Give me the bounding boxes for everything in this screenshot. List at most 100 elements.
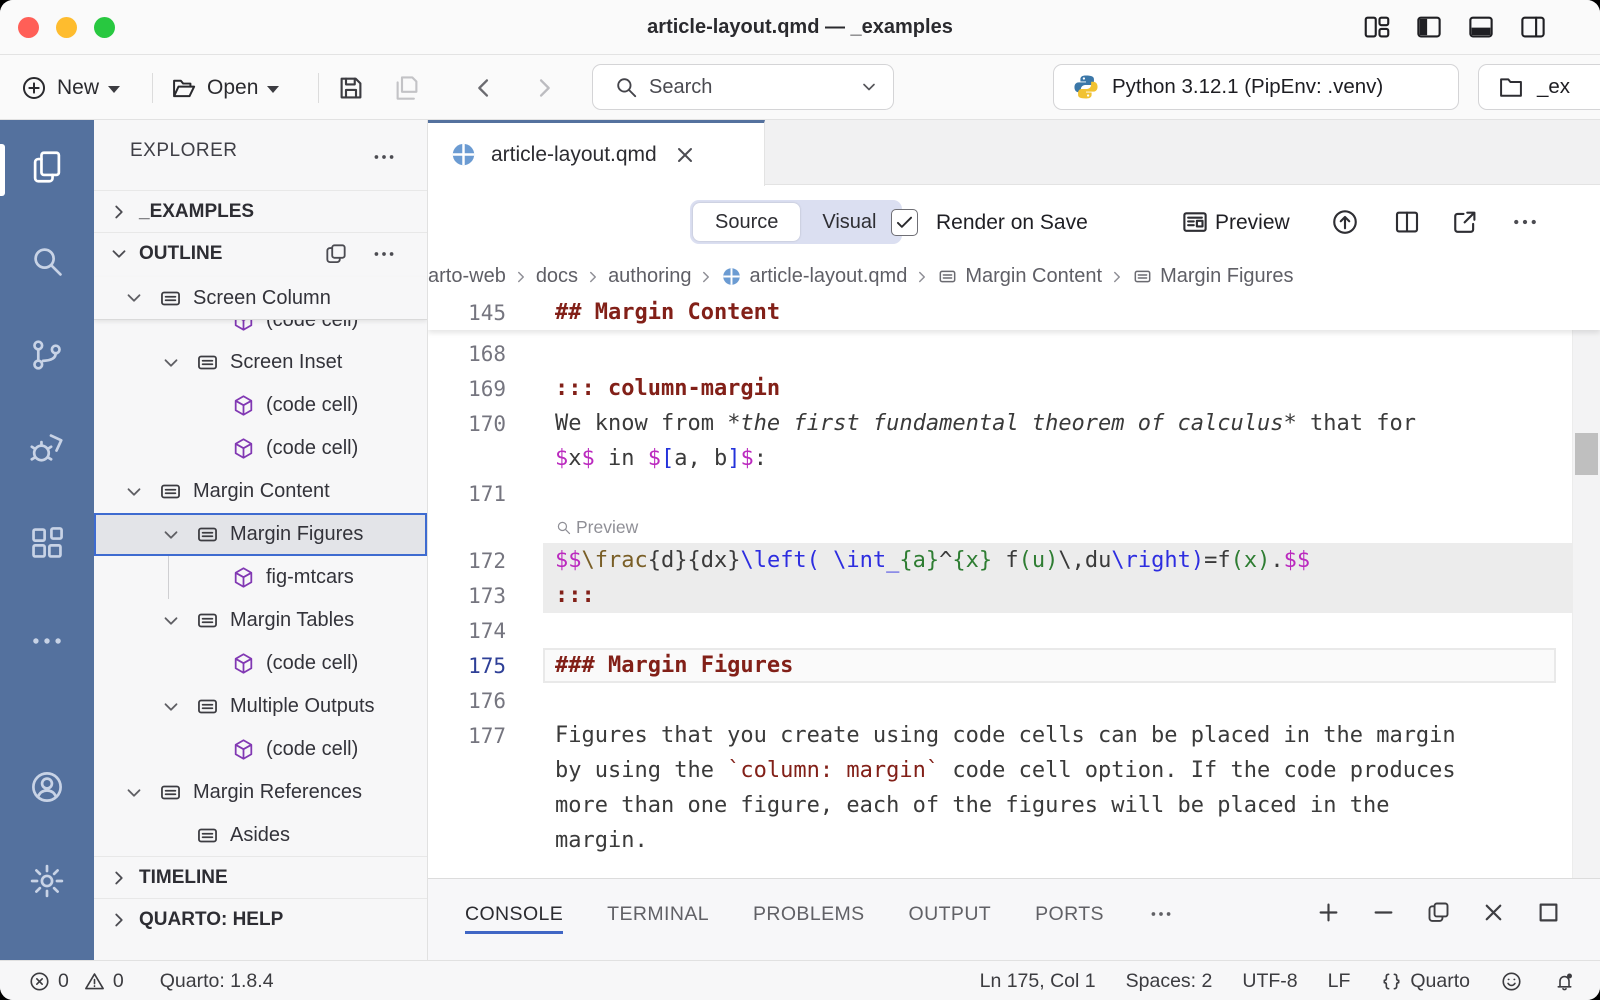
close-tab-icon[interactable] xyxy=(673,143,697,167)
outline-item-screen-column[interactable]: Screen Column xyxy=(94,277,427,320)
sidebar-section-quarto-help[interactable]: QUARTO: HELP xyxy=(94,898,427,940)
panel-tab-console[interactable]: CONSOLE xyxy=(465,897,563,932)
customize-layout-icon[interactable] xyxy=(1362,12,1392,42)
source-control-icon[interactable] xyxy=(28,336,66,374)
explorer-icon[interactable] xyxy=(28,148,66,186)
breadcrumb-item[interactable]: docs xyxy=(536,265,578,288)
code-editor[interactable]: 145## Margin Content 168169::: column-ma… xyxy=(428,295,1600,878)
outline-item-label: (code cell) xyxy=(266,652,358,675)
section-label: TIMELINE xyxy=(139,867,228,889)
breadcrumb-item[interactable]: Margin Content xyxy=(937,265,1102,288)
outline-item-screen-inset[interactable]: Screen Inset xyxy=(94,341,427,384)
breadcrumb-separator-icon xyxy=(584,268,602,286)
toggle-right-sidebar-icon[interactable] xyxy=(1518,12,1548,42)
plus-icon[interactable] xyxy=(1315,899,1342,926)
caret-down-icon xyxy=(267,86,279,93)
save-button[interactable] xyxy=(336,67,366,109)
outline-item--code-cell-[interactable]: (code cell) xyxy=(94,642,427,685)
chevron-down-icon[interactable] xyxy=(160,696,182,718)
settings-icon[interactable] xyxy=(28,862,66,900)
account-icon[interactable] xyxy=(28,768,66,806)
editor-tab-article-layout[interactable]: article-layout.qmd xyxy=(428,120,765,186)
outline-item-margin-figures[interactable]: Margin Figures xyxy=(94,513,427,556)
scrollbar-thumb[interactable] xyxy=(1575,433,1598,475)
navigate-forward-button[interactable] xyxy=(530,67,558,109)
extensions-icon[interactable] xyxy=(28,524,66,562)
outline-item--code-cell-[interactable]: (code cell) xyxy=(94,427,427,470)
editor-action-bar: Source Visual Render on Save Preview xyxy=(428,185,1600,258)
app-window: article-layout.qmd — _examples New Open xyxy=(0,0,1600,1000)
more-actions-icon[interactable] xyxy=(371,144,397,170)
close-panel-icon[interactable] xyxy=(1480,899,1507,926)
more-actions-icon[interactable] xyxy=(1510,207,1540,237)
outline-item-margin-tables[interactable]: Margin Tables xyxy=(94,599,427,642)
code-line-wrap: margin. xyxy=(428,823,1572,858)
chevron-down-icon[interactable] xyxy=(160,524,182,546)
new-button[interactable]: New xyxy=(20,67,120,109)
more-actions-icon[interactable] xyxy=(371,241,397,267)
outline-item-multiple-outputs[interactable]: Multiple Outputs xyxy=(94,685,427,728)
outline-item--code-cell-[interactable]: (code cell) xyxy=(94,384,427,427)
sidebar-section-examples[interactable]: _EXAMPLES xyxy=(94,190,427,232)
more-icon[interactable] xyxy=(28,622,66,660)
breadcrumb-item[interactable]: Margin Figures xyxy=(1132,265,1293,288)
breadcrumb-item[interactable]: article-layout.qmd xyxy=(721,265,907,288)
open-external-icon[interactable] xyxy=(1450,207,1480,237)
save-all-button[interactable] xyxy=(392,67,422,109)
sidebar-section-timeline[interactable]: TIMELINE xyxy=(94,856,427,898)
toggle-bottom-panel-icon[interactable] xyxy=(1466,12,1496,42)
status-problems-warnings[interactable]: 0 xyxy=(83,970,124,993)
outline-item-label: (code cell) xyxy=(266,738,358,761)
status-problems-errors[interactable]: 0 xyxy=(28,970,69,993)
outline-item-asides[interactable]: Asides xyxy=(94,814,427,857)
search-icon[interactable] xyxy=(28,242,66,280)
interpreter-selector-button[interactable]: Python 3.12.1 (PipEnv: .venv) xyxy=(1053,64,1459,110)
split-panel-icon[interactable] xyxy=(1425,899,1452,926)
status-eol[interactable]: LF xyxy=(1328,970,1351,993)
editor-scrollbar[interactable] xyxy=(1572,295,1600,878)
panel-tab-terminal[interactable]: TERMINAL xyxy=(607,897,709,932)
chevron-down-icon[interactable] xyxy=(160,610,182,632)
preview-label[interactable]: Preview xyxy=(1215,211,1290,235)
navigate-back-button[interactable] xyxy=(470,67,498,109)
status-language-mode[interactable]: Quarto xyxy=(1380,970,1470,993)
breadcrumb-item[interactable]: arto-web xyxy=(428,265,506,288)
status-notifications[interactable] xyxy=(1553,970,1576,993)
minimize-panel-icon[interactable] xyxy=(1370,899,1397,926)
visual-mode-button[interactable]: Visual xyxy=(800,203,898,241)
breadcrumb-item[interactable]: authoring xyxy=(608,265,691,288)
split-editor-icon[interactable] xyxy=(1392,207,1422,237)
chevron-down-icon[interactable] xyxy=(160,352,182,374)
panel-tab-ports[interactable]: PORTS xyxy=(1035,897,1104,932)
collapse-all-icon[interactable] xyxy=(323,241,349,267)
workspace-button[interactable]: _ex xyxy=(1478,64,1600,110)
open-button[interactable]: Open xyxy=(170,67,279,109)
chevron-down-icon[interactable] xyxy=(123,287,145,309)
status-feedback[interactable] xyxy=(1500,970,1523,993)
source-mode-button[interactable]: Source xyxy=(693,203,800,241)
status-indentation[interactable]: Spaces: 2 xyxy=(1126,970,1213,993)
sticky-scroll-line[interactable]: 145## Margin Content xyxy=(428,295,1600,330)
render-on-save-checkbox[interactable] xyxy=(891,209,918,236)
toggle-left-sidebar-icon[interactable] xyxy=(1414,12,1444,42)
chevron-down-icon[interactable] xyxy=(123,481,145,503)
global-search-box[interactable]: Search xyxy=(592,64,894,110)
run-debug-icon[interactable] xyxy=(28,430,66,468)
panel-more-tabs-icon[interactable] xyxy=(1148,901,1174,927)
panel-tab-problems[interactable]: PROBLEMS xyxy=(753,897,865,932)
preview-icon[interactable] xyxy=(1180,207,1210,237)
status-quarto-version[interactable]: Quarto: 1.8.4 xyxy=(160,970,274,993)
outline-item-margin-content[interactable]: Margin Content xyxy=(94,470,427,513)
outline-item-margin-references[interactable]: Margin References xyxy=(94,771,427,814)
section-icon xyxy=(1132,266,1153,287)
codelens-preview[interactable]: Preview xyxy=(428,511,1572,543)
sidebar-section-outline[interactable]: OUTLINE xyxy=(94,232,427,274)
outline-item-fig-mtcars[interactable]: fig-mtcars xyxy=(94,556,427,599)
maximize-panel-icon[interactable] xyxy=(1535,899,1562,926)
status-cursor-position[interactable]: Ln 175, Col 1 xyxy=(980,970,1096,993)
render-document-icon[interactable] xyxy=(1330,207,1360,237)
panel-tab-output[interactable]: OUTPUT xyxy=(909,897,992,932)
outline-item--code-cell-[interactable]: (code cell) xyxy=(94,728,427,771)
status-encoding[interactable]: UTF-8 xyxy=(1242,970,1297,993)
chevron-down-icon[interactable] xyxy=(123,782,145,804)
